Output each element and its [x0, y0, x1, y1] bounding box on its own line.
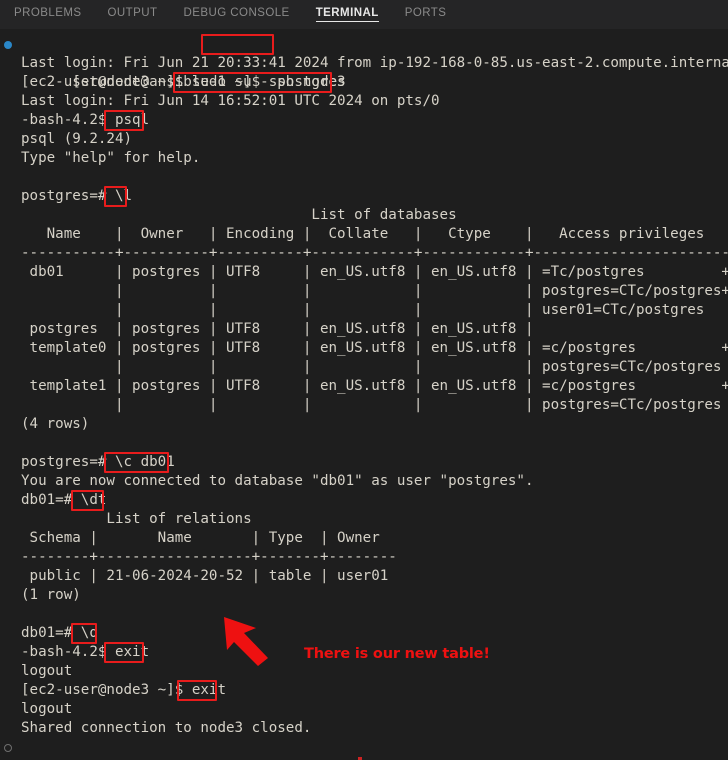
- terminal-line-text: db01=# \dt: [21, 492, 107, 508]
- terminal-line: Last login: Fri Jun 14 16:52:01 UTC 2024…: [0, 92, 728, 111]
- terminal-line-text: logout: [21, 663, 73, 679]
- terminal-line-text: (1 row): [21, 587, 81, 603]
- terminal-line-prompt-active[interactable]: [student@ansible-1 ~]$: [0, 738, 728, 757]
- terminal-line-text: Last login: Fri Jun 21 20:33:41 2024 fro…: [21, 55, 728, 71]
- terminal-line: logout: [0, 700, 728, 719]
- terminal-line-table-row: postgres | postgres | UTF8 | en_US.utf8 …: [0, 320, 728, 339]
- terminal-line-row-count: (1 row): [0, 586, 728, 605]
- terminal-line: psql (9.2.24): [0, 130, 728, 149]
- terminal-line: db01=# \q: [0, 624, 728, 643]
- terminal-line-text: template0 | postgres | UTF8 | en_US.utf8…: [21, 340, 728, 356]
- terminal-line-text: logout: [21, 701, 73, 717]
- terminal-line-text: List of relations: [21, 511, 252, 527]
- terminal-line-text: You are now connected to database "db01"…: [21, 473, 534, 489]
- terminal-line-table-divider: --------+------------------+-------+----…: [0, 548, 728, 567]
- terminal-line-text: Shared connection to node3 closed.: [21, 720, 312, 736]
- terminal-line: You are now connected to database "db01"…: [0, 472, 728, 491]
- terminal-line-table-row: | | | | | postgres=CTc/postgres: [0, 396, 728, 415]
- terminal-line: [ec2-user@node3 ~]$ exit: [0, 681, 728, 700]
- tab-problems[interactable]: PROBLEMS: [14, 7, 82, 22]
- tab-debug-console[interactable]: DEBUG CONSOLE: [184, 7, 290, 22]
- tab-ports[interactable]: PORTS: [405, 7, 447, 22]
- command-marker-icon: [4, 41, 12, 49]
- terminal-line-table-row: template1 | postgres | UTF8 | en_US.utf8…: [0, 377, 728, 396]
- terminal-line-table-row: | | | | | postgres=CTc/postgres: [0, 358, 728, 377]
- tab-terminal[interactable]: TERMINAL: [315, 7, 379, 22]
- terminal-line-table-row: public | 21-06-2024-20-52 | table | user…: [0, 567, 728, 586]
- terminal-line-table-row: | | | | | user01=CTc/postgres: [0, 301, 728, 320]
- terminal-line: Type "help" for help.: [0, 149, 728, 168]
- terminal-line-text: -bash-4.2$ exit: [21, 644, 150, 660]
- terminal-line-row-count: (4 rows): [0, 415, 728, 434]
- terminal-line-text: Last login: Fri Jun 14 16:52:01 UTC 2024…: [21, 93, 440, 109]
- terminal-line-text: db01=# \q: [21, 625, 98, 641]
- terminal-line-text: | | | | | postgres=CTc/postgres: [21, 397, 722, 413]
- terminal-line-table-row: template0 | postgres | UTF8 | en_US.utf8…: [0, 339, 728, 358]
- terminal-line: [ec2-user@node3 ~]$ sudo su - postgres: [0, 73, 728, 92]
- terminal-line-text: | | | | | user01=CTc/postgres: [21, 302, 705, 318]
- terminal-line: db01=# \dt: [0, 491, 728, 510]
- terminal-line-text: | | | | | postgres=CTc/postgres: [21, 359, 722, 375]
- terminal-line-text: db01 | postgres | UTF8 | en_US.utf8 | en…: [21, 264, 728, 280]
- terminal-line-text: Name | Owner | Encoding | Collate | Ctyp…: [21, 226, 705, 242]
- terminal-line: [student@ansible-1 ~]$ ssh node3: [0, 35, 728, 90]
- terminal-line-text: postgres | postgres | UTF8 | en_US.utf8 …: [21, 321, 534, 337]
- terminal-line-text: Type "help" for help.: [21, 150, 201, 166]
- terminal-line-table-row: | | | | | postgres=CTc/postgres+: [0, 282, 728, 301]
- terminal-line-table-header: Name | Owner | Encoding | Collate | Ctyp…: [0, 225, 728, 244]
- panel-tabbar: PROBLEMS OUTPUT DEBUG CONSOLE TERMINAL P…: [0, 0, 728, 29]
- terminal-line: logout: [0, 662, 728, 681]
- terminal-line-text: (4 rows): [21, 416, 90, 432]
- terminal-line-text: List of databases: [21, 207, 457, 223]
- terminal-line-table-title: List of relations: [0, 510, 728, 529]
- terminal-line-text: --------+------------------+-------+----…: [21, 549, 397, 565]
- terminal-line-text: -----------+----------+----------+------…: [21, 245, 728, 261]
- terminal-line-text: template1 | postgres | UTF8 | en_US.utf8…: [21, 378, 728, 394]
- terminal-line: postgres=# \l: [0, 187, 728, 206]
- tab-output[interactable]: OUTPUT: [108, 7, 158, 22]
- terminal-panel[interactable]: [student@ansible-1 ~]$ ssh node3 Last lo…: [0, 29, 728, 760]
- terminal-line-text: psql (9.2.24): [21, 131, 133, 147]
- terminal-line: Last login: Fri Jun 21 20:33:41 2024 fro…: [0, 54, 728, 73]
- terminal-line-table-row: db01 | postgres | UTF8 | en_US.utf8 | en…: [0, 263, 728, 282]
- terminal-line-text: [ec2-user@node3 ~]$ sudo su - postgres: [21, 74, 346, 90]
- terminal-line: Shared connection to node3 closed.: [0, 719, 728, 738]
- terminal-line-text: Schema | Name | Type | Owner: [21, 530, 380, 546]
- annotation-label: There is our new table!: [304, 646, 490, 662]
- terminal-line-text: postgres=# \c db01: [21, 454, 175, 470]
- terminal-line-text: [ec2-user@node3 ~]$ exit: [21, 682, 226, 698]
- terminal-line: postgres=# \c db01: [0, 453, 728, 472]
- terminal-line-text: | | | | | postgres=CTc/postgres+: [21, 283, 728, 299]
- terminal-line-table-title: List of databases: [0, 206, 728, 225]
- terminal-line-text: -bash-4.2$ psql: [21, 112, 150, 128]
- terminal-line-text: public | 21-06-2024-20-52 | table | user…: [21, 568, 389, 584]
- terminal-line-text: postgres=# \l: [21, 188, 133, 204]
- command-marker-icon: [4, 744, 12, 752]
- terminal-line-table-header: Schema | Name | Type | Owner: [0, 529, 728, 548]
- terminal-line-table-divider: -----------+----------+----------+------…: [0, 244, 728, 263]
- terminal-line: -bash-4.2$ psql: [0, 111, 728, 130]
